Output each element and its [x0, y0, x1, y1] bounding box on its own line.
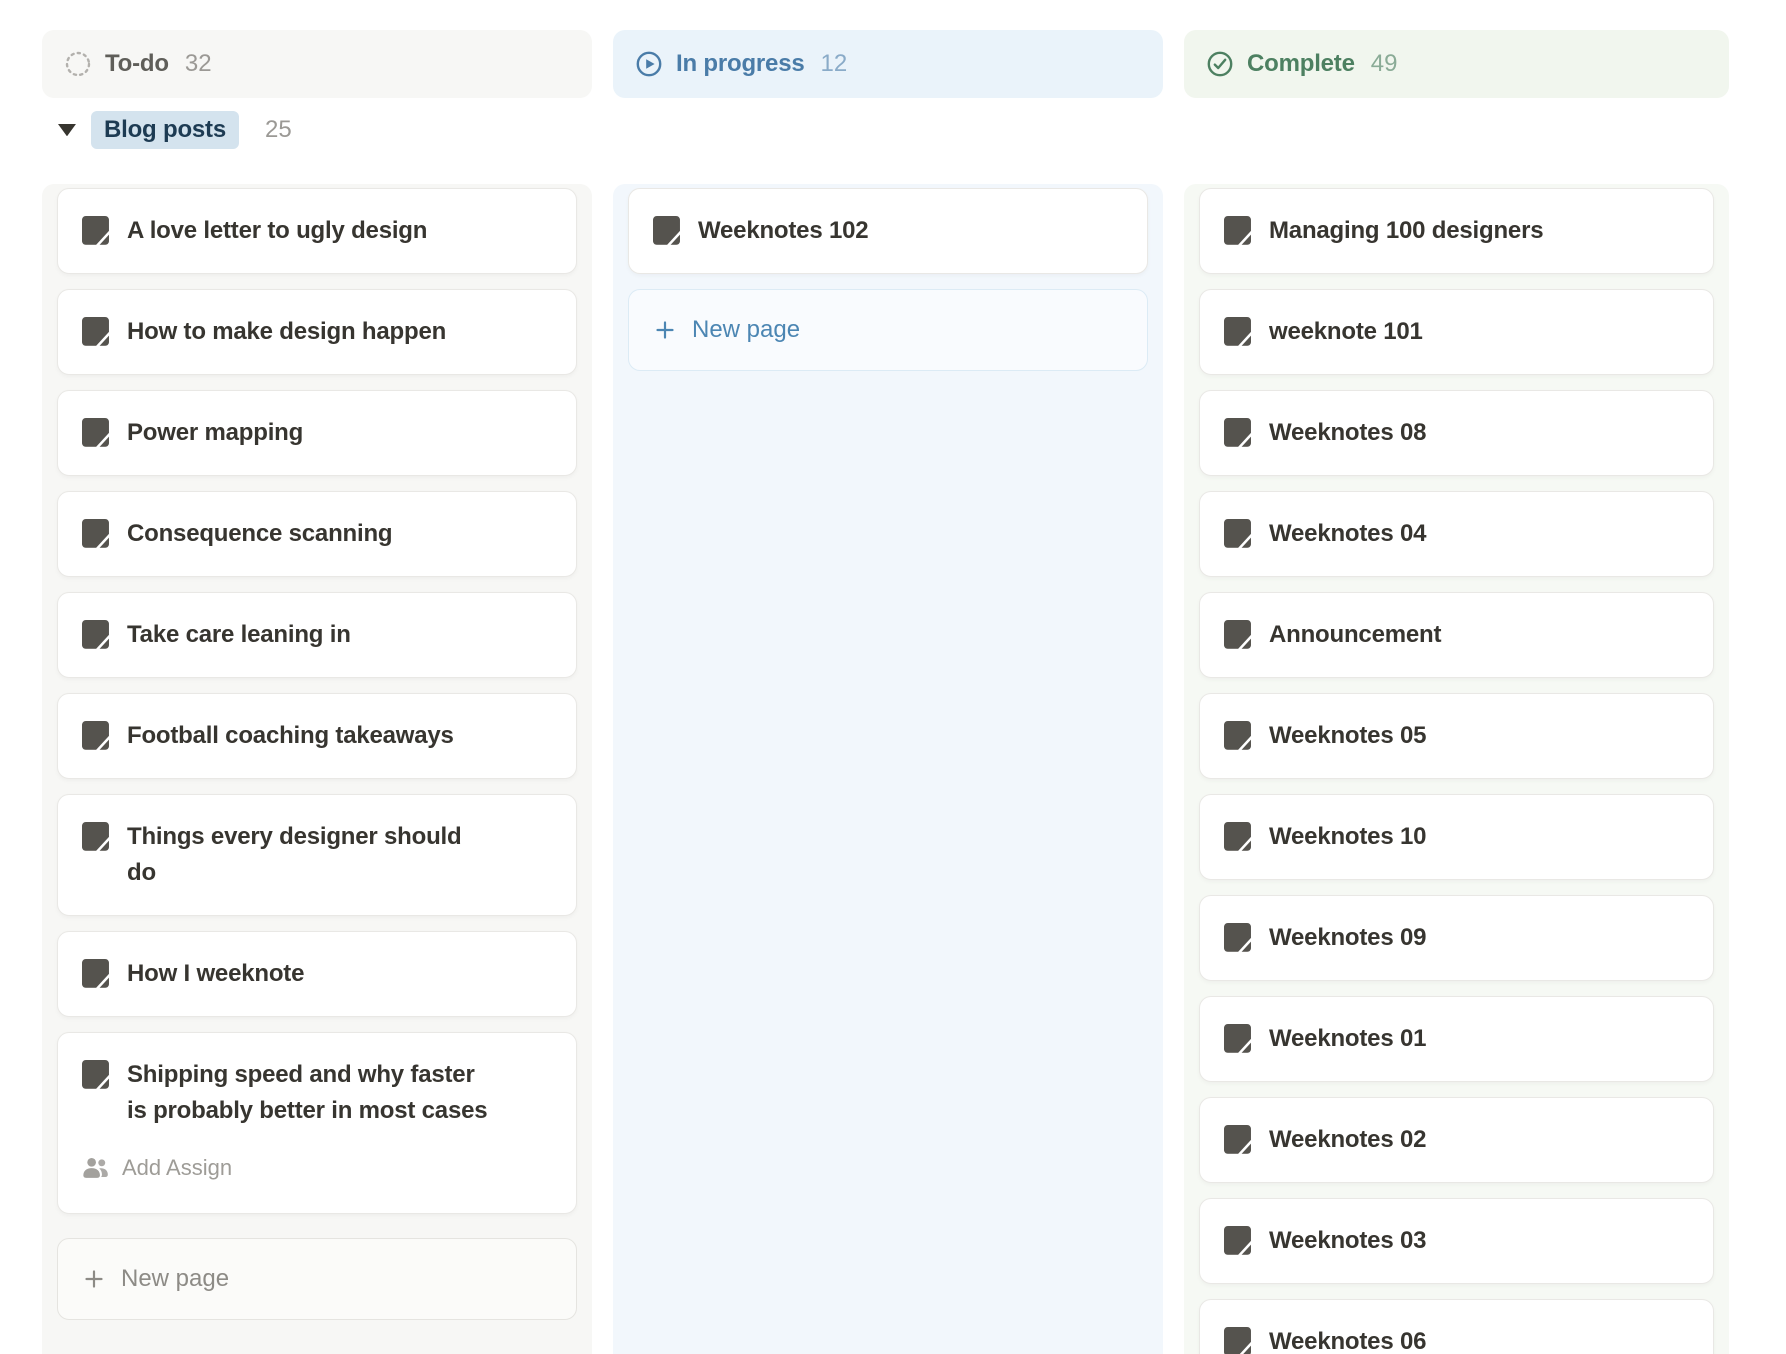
- card-how-to-make-design-happen[interactable]: How to make design happen: [57, 289, 577, 375]
- page-icon: [1224, 519, 1251, 548]
- people-icon: [82, 1157, 109, 1179]
- column-complete: Managing 100 designers weeknote 101 Week…: [1184, 184, 1729, 1354]
- card-weeknote-101[interactable]: weeknote 101: [1199, 289, 1714, 375]
- card-weeknotes-10[interactable]: Weeknotes 10: [1199, 794, 1714, 880]
- page-icon: [82, 721, 109, 750]
- group-count: 25: [265, 116, 292, 144]
- card-title: Shipping speed and why faster is probabl…: [127, 1057, 487, 1129]
- card-title: Weeknotes 09: [1269, 920, 1426, 956]
- board-header-row: To-do 32 In progress 12 Complete 49: [42, 30, 1729, 98]
- column-status-label: In progress: [676, 50, 805, 78]
- group-name-chip[interactable]: Blog posts: [91, 111, 239, 149]
- card-content: Shipping speed and why faster is probabl…: [82, 1057, 487, 1183]
- card-football-coaching-takeaways[interactable]: Football coaching takeaways: [57, 693, 577, 779]
- column-todo: A love letter to ugly design How to make…: [42, 184, 592, 1354]
- card-title: Weeknotes 05: [1269, 718, 1426, 754]
- page-icon: [82, 317, 109, 346]
- column-header-in-progress[interactable]: In progress 12: [613, 30, 1163, 98]
- card-weeknotes-06[interactable]: Weeknotes 06: [1199, 1299, 1714, 1354]
- card-weeknotes-03[interactable]: Weeknotes 03: [1199, 1198, 1714, 1284]
- card-things-every-designer-should-do[interactable]: Things every designer should do: [57, 794, 577, 916]
- plus-icon: [82, 1267, 106, 1291]
- page-icon: [82, 959, 109, 988]
- card-weeknotes-102[interactable]: Weeknotes 102: [628, 188, 1148, 274]
- column-header-todo[interactable]: To-do 32: [42, 30, 592, 98]
- card-weeknotes-01[interactable]: Weeknotes 01: [1199, 996, 1714, 1082]
- new-page-label: New page: [692, 316, 800, 344]
- card-title: weeknote 101: [1269, 314, 1423, 350]
- column-header-complete[interactable]: Complete 49: [1184, 30, 1729, 98]
- column-in-progress: Weeknotes 102 New page: [613, 184, 1163, 1354]
- board-columns: A love letter to ugly design How to make…: [42, 184, 1729, 1354]
- card-power-mapping[interactable]: Power mapping: [57, 390, 577, 476]
- page-icon: [653, 216, 680, 245]
- page-icon: [1224, 923, 1251, 952]
- group-header-blog-posts: Blog posts 25: [58, 110, 292, 150]
- page-icon: [82, 519, 109, 548]
- card-title: Weeknotes 04: [1269, 516, 1426, 552]
- page-icon: [1224, 822, 1251, 851]
- card-title: Weeknotes 03: [1269, 1223, 1426, 1259]
- triangle-down-icon[interactable]: [58, 124, 76, 137]
- card-a-love-letter-to-ugly-design[interactable]: A love letter to ugly design: [57, 188, 577, 274]
- page-icon: [1224, 418, 1251, 447]
- card-title-row: Shipping speed and why faster is probabl…: [82, 1057, 487, 1129]
- column-status-label: Complete: [1247, 50, 1355, 78]
- dashed-circle-icon: [64, 50, 92, 78]
- card-title: Weeknotes 10: [1269, 819, 1426, 855]
- add-assign-button[interactable]: Add Assign: [82, 1153, 487, 1183]
- page-icon: [1224, 1226, 1251, 1255]
- play-circle-icon: [635, 50, 663, 78]
- card-managing-100-designers[interactable]: Managing 100 designers: [1199, 188, 1714, 274]
- card-title: Power mapping: [127, 415, 303, 451]
- page-icon: [1224, 620, 1251, 649]
- page-icon: [1224, 1125, 1251, 1154]
- card-shipping-speed[interactable]: Shipping speed and why faster is probabl…: [57, 1032, 577, 1214]
- card-weeknotes-04[interactable]: Weeknotes 04: [1199, 491, 1714, 577]
- card-title: Weeknotes 08: [1269, 415, 1426, 451]
- card-title: Consequence scanning: [127, 516, 392, 552]
- card-how-i-weeknote[interactable]: How I weeknote: [57, 931, 577, 1017]
- column-card-count: 12: [821, 50, 848, 78]
- card-title: A love letter to ugly design: [127, 213, 427, 249]
- column-card-count: 49: [1371, 50, 1398, 78]
- card-weeknotes-05[interactable]: Weeknotes 05: [1199, 693, 1714, 779]
- new-page-label: New page: [121, 1265, 229, 1293]
- plus-icon: [653, 318, 677, 342]
- page-icon: [1224, 216, 1251, 245]
- column-card-count: 32: [185, 50, 212, 78]
- page-icon: [1224, 317, 1251, 346]
- card-title: Football coaching takeaways: [127, 718, 454, 754]
- card-weeknotes-02[interactable]: Weeknotes 02: [1199, 1097, 1714, 1183]
- card-weeknotes-09[interactable]: Weeknotes 09: [1199, 895, 1714, 981]
- card-title: Weeknotes 06: [1269, 1324, 1426, 1354]
- page-icon: [82, 418, 109, 447]
- card-title: Weeknotes 102: [698, 213, 868, 249]
- check-circle-icon: [1206, 50, 1234, 78]
- card-take-care-leaning-in[interactable]: Take care leaning in: [57, 592, 577, 678]
- card-title: Announcement: [1269, 617, 1441, 653]
- page-icon: [1224, 721, 1251, 750]
- page-icon: [1224, 1327, 1251, 1354]
- page-icon: [1224, 1024, 1251, 1053]
- card-title: Weeknotes 02: [1269, 1122, 1426, 1158]
- new-page-button-in-progress[interactable]: New page: [628, 289, 1148, 371]
- card-title: Weeknotes 01: [1269, 1021, 1426, 1057]
- new-page-button-todo[interactable]: New page: [57, 1238, 577, 1320]
- card-consequence-scanning[interactable]: Consequence scanning: [57, 491, 577, 577]
- column-status-label: To-do: [105, 50, 169, 78]
- card-title: Things every designer should do: [127, 819, 461, 891]
- page-icon: [82, 216, 109, 245]
- page-icon: [82, 620, 109, 649]
- add-assign-label: Add Assign: [122, 1155, 232, 1181]
- card-weeknotes-08[interactable]: Weeknotes 08: [1199, 390, 1714, 476]
- card-title: How to make design happen: [127, 314, 446, 350]
- card-title: Take care leaning in: [127, 617, 351, 653]
- card-announcement[interactable]: Announcement: [1199, 592, 1714, 678]
- card-title: How I weeknote: [127, 956, 304, 992]
- card-title: Managing 100 designers: [1269, 213, 1543, 249]
- page-icon: [82, 1060, 109, 1089]
- page-icon: [82, 822, 109, 851]
